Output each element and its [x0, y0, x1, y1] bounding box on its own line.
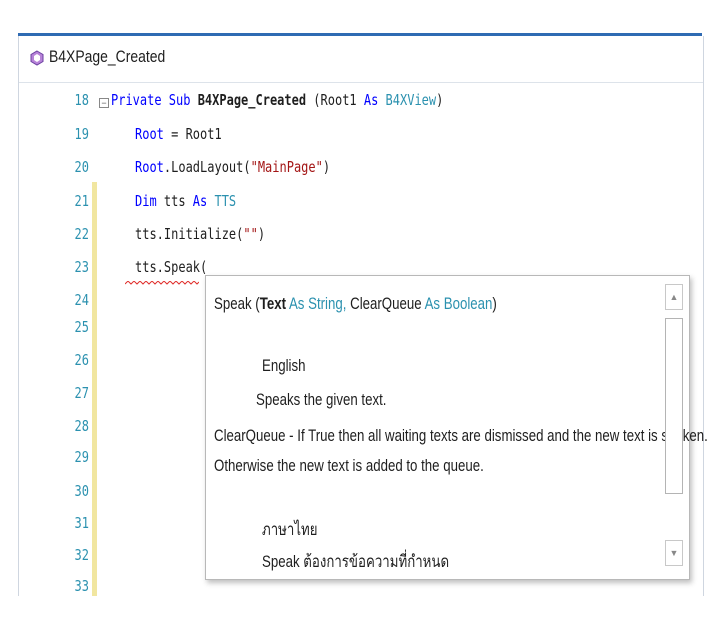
method-signature: Speak (Text As String, ClearQueue As Boo…	[214, 294, 497, 314]
line-number: 20	[74, 158, 89, 176]
cube-icon	[30, 50, 44, 66]
code-line-18[interactable]: Private Sub B4XPage_Created (Root1 As B4…	[111, 91, 443, 109]
line-number: 21	[74, 192, 89, 210]
sub-name: B4XPage_Created	[197, 91, 307, 109]
keyword: As	[192, 192, 215, 210]
code-text: tts.Initialize(	[135, 225, 244, 243]
procedure-bar[interactable]: B4XPage_Created	[19, 36, 703, 83]
line-number: 26	[74, 351, 89, 369]
english-description: Speaks the given text.	[256, 390, 387, 409]
code-line-21[interactable]: Dim tts As TTS	[135, 192, 236, 210]
scroll-thumb[interactable]	[665, 318, 683, 494]
code-text: )	[436, 91, 444, 109]
variable: Root	[135, 158, 164, 176]
line-number: 32	[74, 546, 89, 564]
line-number: 22	[74, 225, 89, 243]
code-text: tts	[156, 192, 193, 210]
line-number: 18	[74, 91, 89, 109]
variable: Root	[135, 125, 164, 143]
clearqueue-description: ClearQueue - If True then all waiting te…	[214, 426, 708, 445]
line-number: 29	[74, 448, 89, 466]
changed-line-marker	[92, 182, 97, 596]
tooltip-scrollbar[interactable]: ▲ ▼	[665, 284, 683, 572]
line-number: 30	[74, 482, 89, 500]
line-number: 33	[74, 577, 89, 595]
code-text: tts.Speak(	[135, 258, 208, 276]
sig-param-clearqueue: ClearQueue	[346, 294, 425, 313]
line-number: 28	[74, 417, 89, 435]
keyword: Dim	[135, 192, 157, 210]
code-text: .LoadLayout(	[163, 158, 251, 176]
code-line-23[interactable]: tts.Speak(	[135, 258, 207, 276]
sig-close: )	[492, 294, 497, 313]
type-name: TTS	[214, 192, 237, 210]
collapse-toggle[interactable]: −	[99, 98, 109, 108]
queue-description: Otherwise the new text is added to the q…	[214, 456, 484, 475]
error-squiggle	[125, 281, 199, 285]
sig-type-boolean: Boolean	[443, 294, 493, 313]
thai-heading: ภาษาไทย	[262, 520, 318, 539]
sig-as: As	[424, 294, 444, 313]
sig-name: Speak (	[214, 294, 260, 313]
code-line-22[interactable]: tts.Initialize("")	[135, 225, 265, 243]
procedure-name: B4XPage_Created	[49, 47, 166, 66]
signature-tooltip[interactable]: Speak (Text As String, ClearQueue As Boo…	[205, 275, 708, 580]
code-text: )	[257, 225, 266, 243]
line-number: 19	[74, 125, 89, 143]
thai-description: Speak ต้องการข้อความที่กำหนด	[262, 552, 450, 571]
triangle-down-icon[interactable]: ▼	[665, 540, 683, 566]
string-literal: "MainPage"	[250, 158, 323, 176]
keyword: Private Sub	[111, 91, 198, 109]
code-line-20[interactable]: Root.LoadLayout("MainPage")	[135, 158, 330, 176]
code-text: (Root1	[306, 91, 364, 109]
keyword: As	[363, 91, 386, 109]
english-heading: English	[262, 356, 306, 375]
sig-as: As	[285, 294, 309, 313]
line-number: 24	[74, 291, 89, 309]
sig-type-string: String,	[308, 294, 347, 313]
code-text: = Root1	[163, 125, 222, 143]
triangle-up-icon[interactable]: ▲	[665, 284, 683, 310]
sig-param-text: Text	[259, 294, 286, 313]
line-number: 23	[74, 258, 89, 276]
code-line-19[interactable]: Root = Root1	[135, 125, 222, 143]
line-number: 25	[74, 318, 89, 336]
code-text: )	[322, 158, 331, 176]
string-literal: ""	[243, 225, 258, 243]
line-number: 27	[74, 384, 89, 402]
type-name: B4XView	[385, 91, 437, 109]
line-number: 31	[74, 514, 89, 532]
